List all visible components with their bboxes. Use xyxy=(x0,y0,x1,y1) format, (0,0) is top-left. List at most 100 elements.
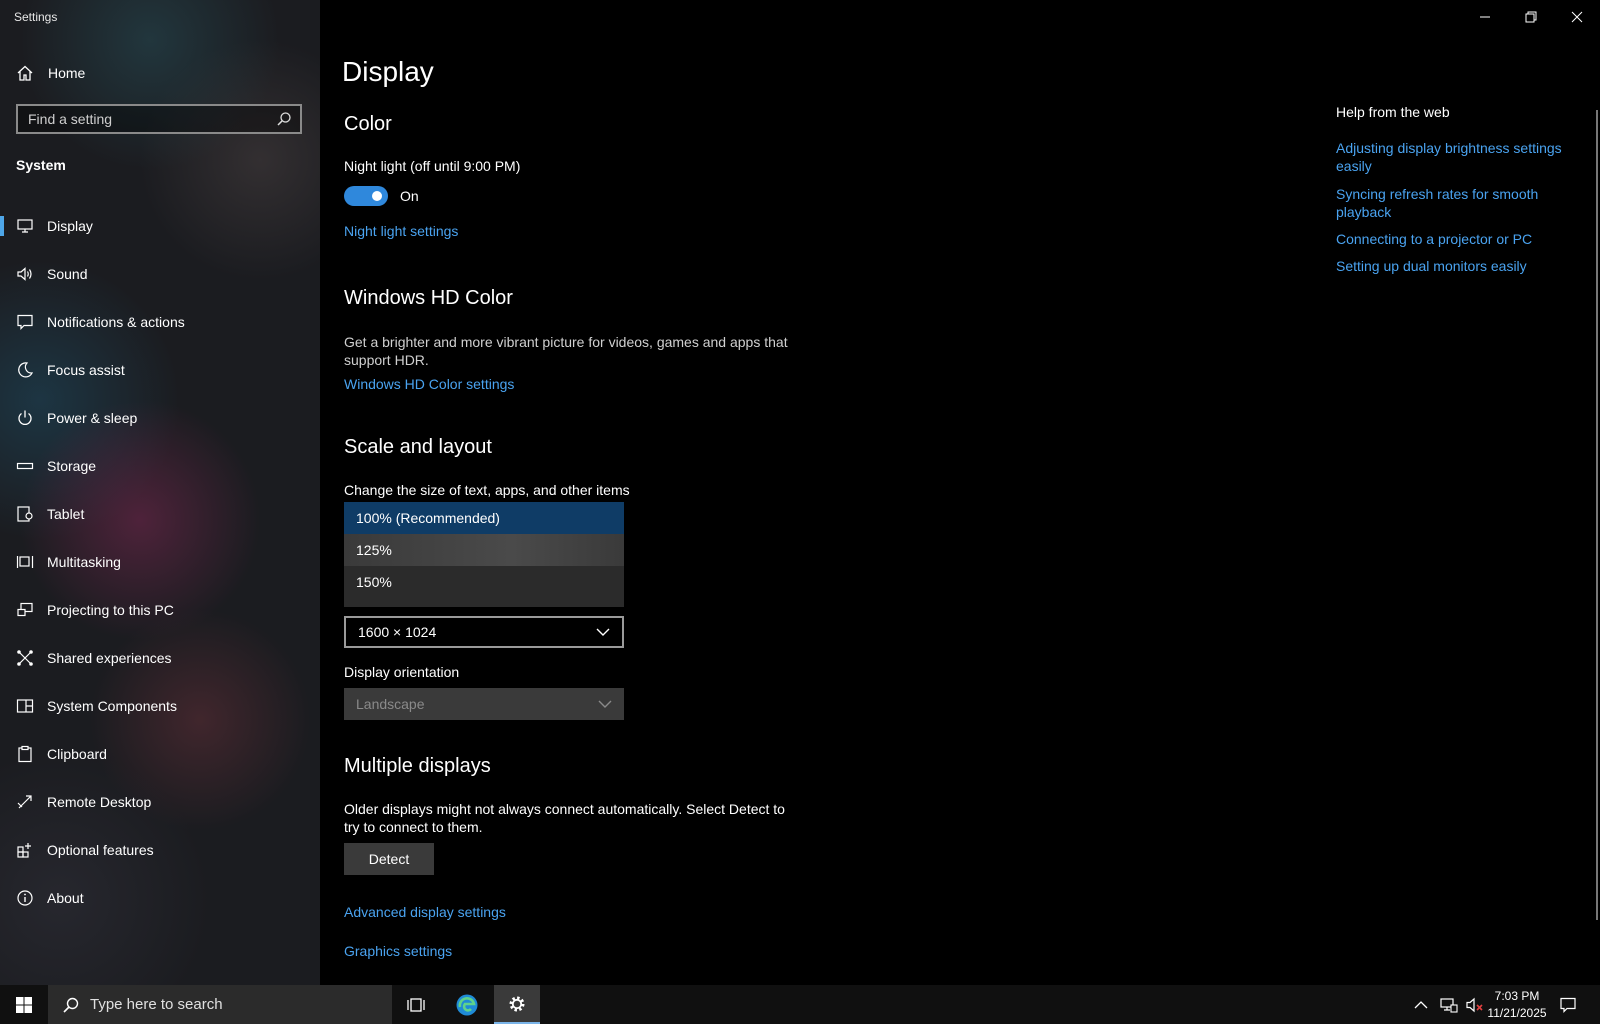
help-title: Help from the web xyxy=(1336,104,1450,120)
hd-color-heading: Windows HD Color xyxy=(344,287,513,309)
sidebar-item-power-sleep[interactable]: Power & sleep xyxy=(0,394,320,442)
sidebar-item-label: Focus assist xyxy=(47,362,125,378)
help-link-dual-monitors[interactable]: Setting up dual monitors easily xyxy=(1336,257,1576,275)
task-view-icon xyxy=(407,997,425,1012)
sidebar-item-tablet[interactable]: Tablet xyxy=(0,490,320,538)
monitor-icon xyxy=(16,217,34,235)
sidebar-item-sound[interactable]: Sound xyxy=(0,250,320,298)
orientation-dropdown[interactable]: Landscape xyxy=(344,688,624,720)
scrollbar[interactable] xyxy=(1596,110,1598,920)
taskbar-clock[interactable]: 7:03 PM 11/21/2025 xyxy=(1482,988,1552,1022)
sidebar-item-shared-experiences[interactable]: Shared experiences xyxy=(0,634,320,682)
sidebar-item-label: Notifications & actions xyxy=(47,314,185,330)
hd-color-description: Get a brighter and more vibrant picture … xyxy=(344,334,788,368)
taskbar-search-box[interactable]: Type here to search xyxy=(48,985,392,1024)
windows-logo-icon xyxy=(16,996,32,1013)
orientation-label: Display orientation xyxy=(344,664,460,680)
search-icon xyxy=(63,997,79,1013)
settings-search-box[interactable] xyxy=(16,104,302,134)
home-label: Home xyxy=(48,65,86,81)
action-center-icon xyxy=(1560,997,1576,1013)
minimize-icon xyxy=(1480,16,1490,18)
multitasking-icon xyxy=(16,553,34,571)
sidebar-item-about[interactable]: About xyxy=(0,874,320,922)
sidebar-item-label: Clipboard xyxy=(47,746,107,762)
sidebar-item-label: Tablet xyxy=(47,506,85,522)
help-link-projector[interactable]: Connecting to a projector or PC xyxy=(1336,230,1576,248)
main-content: Display Color Night light (off until 9:0… xyxy=(320,0,1600,985)
sidebar-item-label: Power & sleep xyxy=(47,410,138,426)
sidebar-item-label: About xyxy=(47,890,84,906)
help-link-refresh-rates[interactable]: Syncing refresh rates for smooth playbac… xyxy=(1336,185,1576,221)
gear-icon xyxy=(509,996,525,1011)
sidebar-item-label: Projecting to this PC xyxy=(47,602,174,618)
sidebar-item-system-components[interactable]: System Components xyxy=(0,682,320,730)
sidebar-item-label: Display xyxy=(47,218,93,234)
scale-change-label: Change the size of text, apps, and other… xyxy=(344,482,630,498)
search-icon[interactable] xyxy=(276,111,292,127)
restore-button[interactable] xyxy=(1508,0,1554,34)
speaker-icon xyxy=(16,265,34,283)
sidebar-item-label: Multitasking xyxy=(47,554,121,570)
taskbar: Type here to search 7:03 PM 11/21/2025 xyxy=(0,985,1600,1024)
scale-option-125[interactable]: 125% xyxy=(344,534,624,566)
sidebar-item-display[interactable]: Display xyxy=(0,202,320,250)
components-icon xyxy=(16,697,34,715)
close-button[interactable] xyxy=(1554,0,1600,34)
clock-time: 7:03 PM xyxy=(1494,989,1540,1003)
system-nav: Display Sound Notifications & actions Fo… xyxy=(0,202,320,922)
hd-color-settings-link[interactable]: Windows HD Color settings xyxy=(344,376,514,392)
edge-browser-button[interactable] xyxy=(444,985,490,1024)
network-icon[interactable] xyxy=(1440,997,1458,1013)
scale-option-150[interactable]: 150% xyxy=(344,566,624,598)
clipboard-icon xyxy=(16,745,34,763)
sidebar-item-notifications[interactable]: Notifications & actions xyxy=(0,298,320,346)
sidebar-item-label: System Components xyxy=(47,698,177,714)
sidebar-item-label: Storage xyxy=(47,458,97,474)
optional-features-icon xyxy=(16,841,34,859)
sidebar: Settings Home System Display Sound Notif… xyxy=(0,0,320,985)
night-light-settings-link[interactable]: Night light settings xyxy=(344,223,458,239)
task-view-button[interactable] xyxy=(393,985,439,1024)
sidebar-item-label: Sound xyxy=(47,266,88,282)
sidebar-item-projecting[interactable]: Projecting to this PC xyxy=(0,586,320,634)
system-tray xyxy=(1414,985,1486,1024)
clock-date: 11/21/2025 xyxy=(1487,1006,1547,1020)
close-icon xyxy=(1571,11,1583,23)
orientation-value: Landscape xyxy=(356,696,425,712)
resolution-dropdown[interactable]: 1600 × 1024 xyxy=(344,616,624,648)
night-light-label: Night light (off until 9:00 PM) xyxy=(344,158,521,174)
sidebar-item-clipboard[interactable]: Clipboard xyxy=(0,730,320,778)
help-link-brightness[interactable]: Adjusting display brightness settings ea… xyxy=(1336,139,1576,175)
action-center-button[interactable] xyxy=(1546,985,1590,1024)
sidebar-item-focus-assist[interactable]: Focus assist xyxy=(0,346,320,394)
scale-option-100[interactable]: 100% (Recommended) xyxy=(344,502,624,534)
settings-taskbar-button[interactable] xyxy=(494,985,540,1024)
home-nav-item[interactable]: Home xyxy=(16,61,85,85)
sidebar-item-remote-desktop[interactable]: Remote Desktop xyxy=(0,778,320,826)
resolution-value: 1600 × 1024 xyxy=(358,624,437,640)
settings-search-input[interactable] xyxy=(26,110,276,128)
moon-icon xyxy=(16,361,34,379)
projecting-icon xyxy=(16,601,34,619)
shared-icon xyxy=(16,649,34,667)
scale-layout-heading: Scale and layout xyxy=(344,436,492,458)
sidebar-item-optional-features[interactable]: Optional features xyxy=(0,826,320,874)
notification-icon xyxy=(16,313,34,331)
sidebar-item-storage[interactable]: Storage xyxy=(0,442,320,490)
app-title: Settings xyxy=(14,10,58,24)
advanced-display-settings-link[interactable]: Advanced display settings xyxy=(344,904,506,920)
edge-icon xyxy=(456,994,478,1015)
start-button[interactable] xyxy=(0,985,48,1024)
power-icon xyxy=(16,409,34,427)
restore-icon xyxy=(1525,11,1537,23)
scale-dropdown-list[interactable]: 100% (Recommended) 125% 150% xyxy=(344,502,624,607)
taskbar-search-placeholder: Type here to search xyxy=(90,996,223,1013)
chevron-down-icon xyxy=(598,700,612,708)
night-light-toggle[interactable] xyxy=(344,186,388,206)
minimize-button[interactable] xyxy=(1462,0,1508,34)
chevron-up-icon[interactable] xyxy=(1414,1000,1428,1010)
sidebar-item-multitasking[interactable]: Multitasking xyxy=(0,538,320,586)
detect-button[interactable]: Detect xyxy=(344,843,434,875)
graphics-settings-link[interactable]: Graphics settings xyxy=(344,943,452,959)
